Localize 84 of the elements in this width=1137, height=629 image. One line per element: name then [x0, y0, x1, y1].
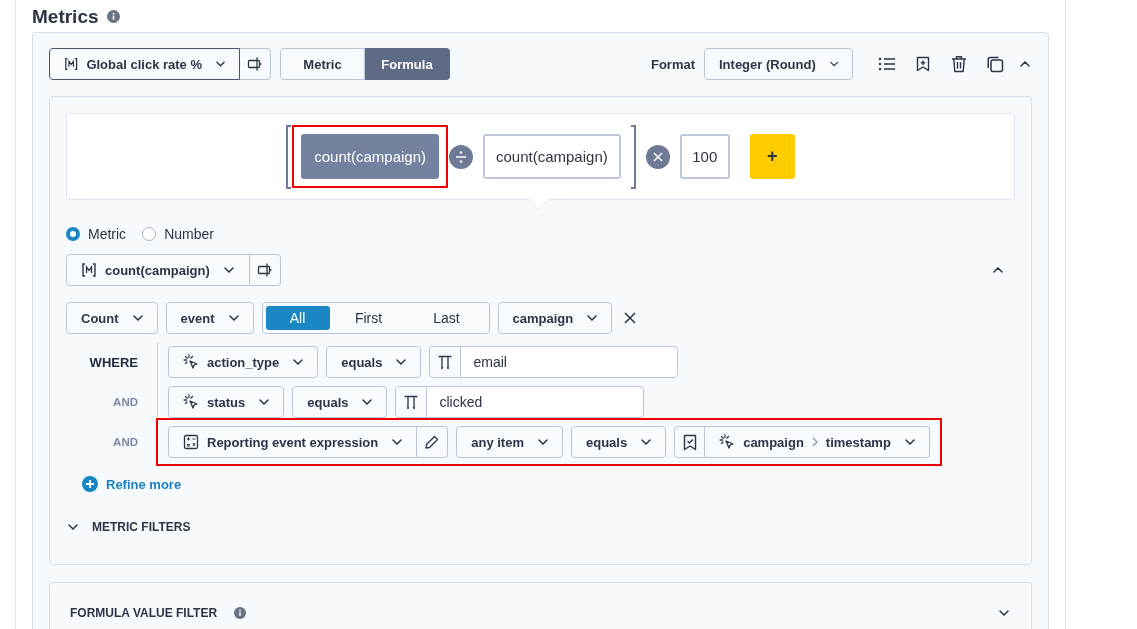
text-type-icon [437, 354, 454, 370]
chevron-right-icon [811, 437, 818, 447]
chevron-down-icon [132, 315, 143, 321]
chevron-down-icon [587, 315, 598, 321]
plus-circle-icon [82, 476, 98, 492]
formula-term[interactable]: count(campaign) [301, 134, 439, 179]
chevron-icon [1020, 61, 1030, 67]
radio-option[interactable]: Number [142, 226, 214, 242]
condition-connector: WHERE [88, 354, 138, 370]
chevron-down-icon [228, 315, 239, 321]
panel-title: FORMULA VALUE FILTER [70, 606, 218, 620]
chevron-down-icon [293, 359, 304, 365]
format-select[interactable]: Integer (Round) [704, 48, 853, 80]
chevron-down-icon [223, 267, 234, 273]
aggregation-select[interactable]: Count [66, 302, 158, 334]
expression-select[interactable]: Reporting event expression [168, 426, 418, 458]
link-button[interactable] [250, 254, 281, 286]
condition-connector: AND [112, 396, 138, 408]
trash-icon [951, 55, 967, 73]
field-select[interactable]: action_type [168, 346, 319, 378]
bookmark-check-icon [682, 433, 697, 451]
pointer-click-icon [183, 354, 199, 370]
operator-select[interactable]: equals [292, 386, 388, 418]
link-icon [257, 262, 273, 278]
field-select[interactable]: status [168, 386, 285, 418]
chevron-down-icon [259, 399, 270, 405]
pencil-icon [424, 434, 441, 450]
pointer-click-icon [183, 394, 199, 410]
radio-button[interactable] [66, 227, 80, 241]
mode-tab[interactable]: Metric [280, 48, 365, 80]
bookmark-plus-icon [916, 56, 930, 72]
chevron-down-icon [216, 61, 225, 67]
source-select[interactable]: event [165, 302, 254, 334]
chevron-down-icon [537, 439, 548, 445]
format-label: Format [650, 56, 695, 72]
section-title: Metrics [32, 6, 99, 26]
occurrence-option[interactable]: All [265, 306, 330, 330]
property-select[interactable]: campaign [497, 302, 613, 334]
link-button[interactable] [240, 48, 271, 80]
link-icon [247, 56, 263, 72]
occurrence-option[interactable]: First [329, 306, 408, 330]
radio-label: Number [164, 226, 214, 242]
metric-icon [64, 56, 79, 72]
bracket-right [630, 124, 636, 189]
radio-button[interactable] [142, 227, 157, 241]
text-type-icon [403, 394, 420, 410]
chevron-icon [68, 524, 78, 530]
operator-select[interactable]: equals [570, 426, 667, 458]
radio-option[interactable]: Metric [66, 226, 127, 242]
formula-term[interactable]: count(campaign) [483, 134, 621, 179]
list-icon [878, 56, 896, 72]
metric-filters-toggle[interactable]: METRIC FILTERS [66, 520, 191, 534]
mode-tab[interactable]: Formula [365, 48, 450, 80]
chevron-down-icon [362, 399, 373, 405]
calculator-icon [183, 434, 199, 450]
operator-select[interactable]: equals [326, 346, 422, 378]
metric-select[interactable]: Global click rate % [49, 48, 240, 80]
radio-label: Metric [88, 226, 127, 242]
chevron-down-icon [392, 439, 403, 445]
refine-more-link[interactable]: Refine more [82, 476, 182, 492]
copy-icon [986, 55, 1004, 73]
multiply-icon [645, 144, 670, 169]
edit-button[interactable] [417, 426, 449, 458]
path-select[interactable]: campaign timestamp [705, 426, 930, 458]
quantifier-select[interactable]: any item [456, 426, 563, 458]
metric-icon [81, 262, 97, 278]
chevron-down-icon [904, 439, 915, 445]
chevron-down-icon [641, 439, 652, 445]
divide-icon [449, 144, 473, 169]
info-icon [234, 607, 247, 619]
chevron-down-icon [829, 61, 838, 67]
chevron-icon [993, 267, 1003, 273]
bracket-left [286, 124, 292, 189]
info-icon [106, 9, 120, 23]
number-field[interactable]: 100 [679, 134, 730, 179]
add-button[interactable]: + [749, 134, 795, 179]
occurrence-option[interactable]: Last [407, 306, 486, 330]
condition-connector: AND [112, 436, 138, 448]
pointer-click-icon [719, 434, 736, 450]
value-field[interactable]: clicked [395, 386, 645, 418]
value-field[interactable]: email [429, 346, 679, 378]
chevron-icon [999, 610, 1009, 616]
metric-select[interactable]: count(campaign) [66, 254, 250, 286]
chevron-down-icon [396, 359, 407, 365]
